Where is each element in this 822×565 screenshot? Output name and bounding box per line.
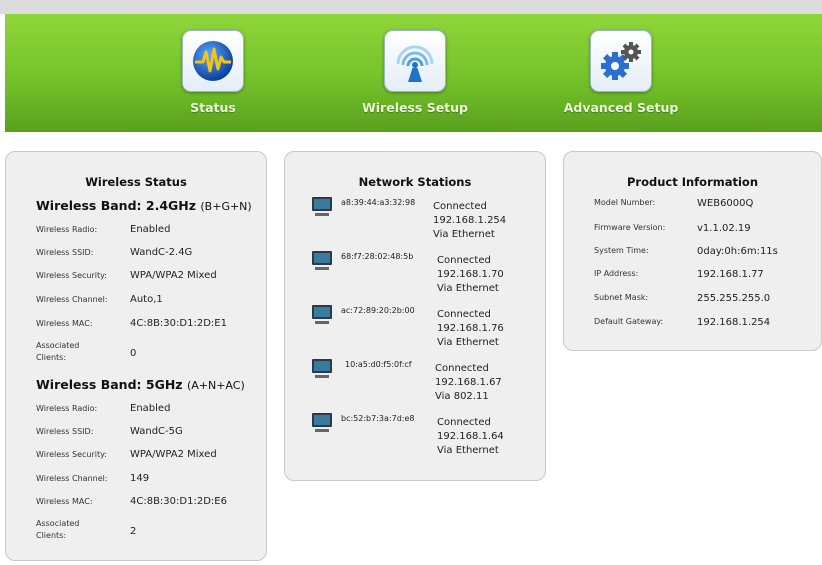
station-connection: Connected 192.168.1.67 Via 802.11: [435, 363, 502, 402]
wireless-signal-icon: [384, 30, 446, 92]
station-connection: Connected 192.168.1.254 Via Ethernet: [433, 201, 507, 240]
wireless-status-panel: Wireless Status Wireless Band: 2.4GHz (B…: [5, 151, 267, 561]
nav-wireless-setup-label: Wireless Setup: [361, 100, 468, 115]
wireless-status-title: Wireless Status: [85, 175, 187, 189]
band-5ghz-mode: (A+N+AC): [186, 379, 245, 392]
product-information-title: Product Information: [626, 175, 759, 189]
station-mac: 68:f7:28:02:48:5b: [341, 252, 414, 261]
nav-status-label: Status: [190, 100, 236, 115]
computer-icon: [312, 413, 332, 432]
band-5ghz-heading: Wireless Band: 5GHz (A+N+AC): [36, 377, 245, 392]
station-mac: a8:39:44:a3:32:98: [341, 198, 416, 207]
header-nav-bar: Status Wireless Setup Advanced Setup: [5, 14, 822, 132]
station-mac: bc:52:b7:3a:7d:e8: [341, 414, 415, 423]
station-mac: ac:72:89:20:2b:00: [341, 306, 415, 315]
band-24ghz-heading: Wireless Band: 2.4GHz (B+G+N): [36, 198, 252, 213]
computer-icon: [312, 359, 332, 378]
station-connection: Connected 192.168.1.70 Via Ethernet: [437, 255, 504, 294]
nav-status[interactable]: Status: [123, 30, 303, 115]
nav-advanced-setup-label: Advanced Setup: [563, 100, 679, 115]
band-24ghz-mode: (B+G+N): [200, 200, 252, 213]
network-stations-panel: Network Stations a8:39:44:a3:32:98 Conne…: [284, 151, 546, 481]
station-mac: 10:a5:d0:f5:0f:cf: [345, 360, 412, 369]
band-5ghz-value: 5GHz: [145, 377, 183, 392]
computer-icon: [312, 251, 332, 270]
status-wave-icon: [182, 30, 244, 92]
nav-advanced-setup[interactable]: Advanced Setup: [531, 30, 711, 115]
computer-icon: [312, 197, 332, 216]
band-24ghz-value: 2.4GHz: [145, 198, 197, 213]
computer-icon: [312, 305, 332, 324]
station-connection: Connected 192.168.1.64 Via Ethernet: [437, 417, 504, 456]
top-strip: [0, 0, 822, 14]
product-information-panel: Product Information Model Number: WEB600…: [563, 151, 822, 351]
station-connection: Connected 192.168.1.76 Via Ethernet: [437, 309, 504, 348]
gear-icon: [590, 30, 652, 92]
network-stations-title: Network Stations: [358, 175, 472, 189]
nav-wireless-setup[interactable]: Wireless Setup: [325, 30, 505, 115]
